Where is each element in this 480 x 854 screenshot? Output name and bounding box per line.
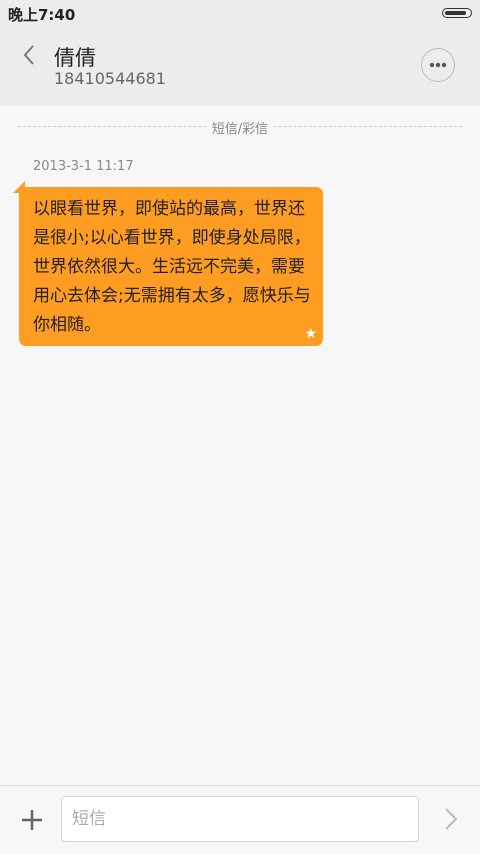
chevron-left-icon <box>23 45 34 65</box>
message-input[interactable]: 短信 <box>61 796 419 842</box>
status-bar: 晚上7:40 <box>0 0 480 26</box>
more-options-button[interactable] <box>421 48 455 82</box>
star-icon: ★ <box>304 326 317 342</box>
conversation-header: 倩倩 18410544681 <box>0 26 480 106</box>
message-bubble[interactable]: 以眼看世界，即使站的最高，世界还是很小;以心看世界，即使身处局限，世界依然很大。… <box>13 181 323 346</box>
chevron-right-icon <box>445 808 458 830</box>
send-button[interactable] <box>437 805 465 833</box>
composer-bar: 短信 <box>0 785 480 854</box>
message-timestamp: 2013-3-1 11:17 <box>33 159 134 174</box>
contact-phone-number: 18410544681 <box>54 69 166 88</box>
plus-icon <box>22 810 42 830</box>
battery-level <box>445 10 466 15</box>
more-dots-icon <box>429 62 447 68</box>
contact-name: 倩倩 <box>54 46 96 70</box>
status-time: 晚上7:40 <box>8 6 76 24</box>
add-attachment-button[interactable] <box>18 806 46 834</box>
battery-icon <box>442 8 472 18</box>
divider-label: 短信/彩信 <box>205 122 275 137</box>
back-button[interactable] <box>14 40 44 70</box>
message-type-divider: 短信/彩信 <box>18 117 462 137</box>
message-text: 以眼看世界，即使站的最高，世界还是很小;以心看世界，即使身处局限，世界依然很大。… <box>33 199 311 335</box>
